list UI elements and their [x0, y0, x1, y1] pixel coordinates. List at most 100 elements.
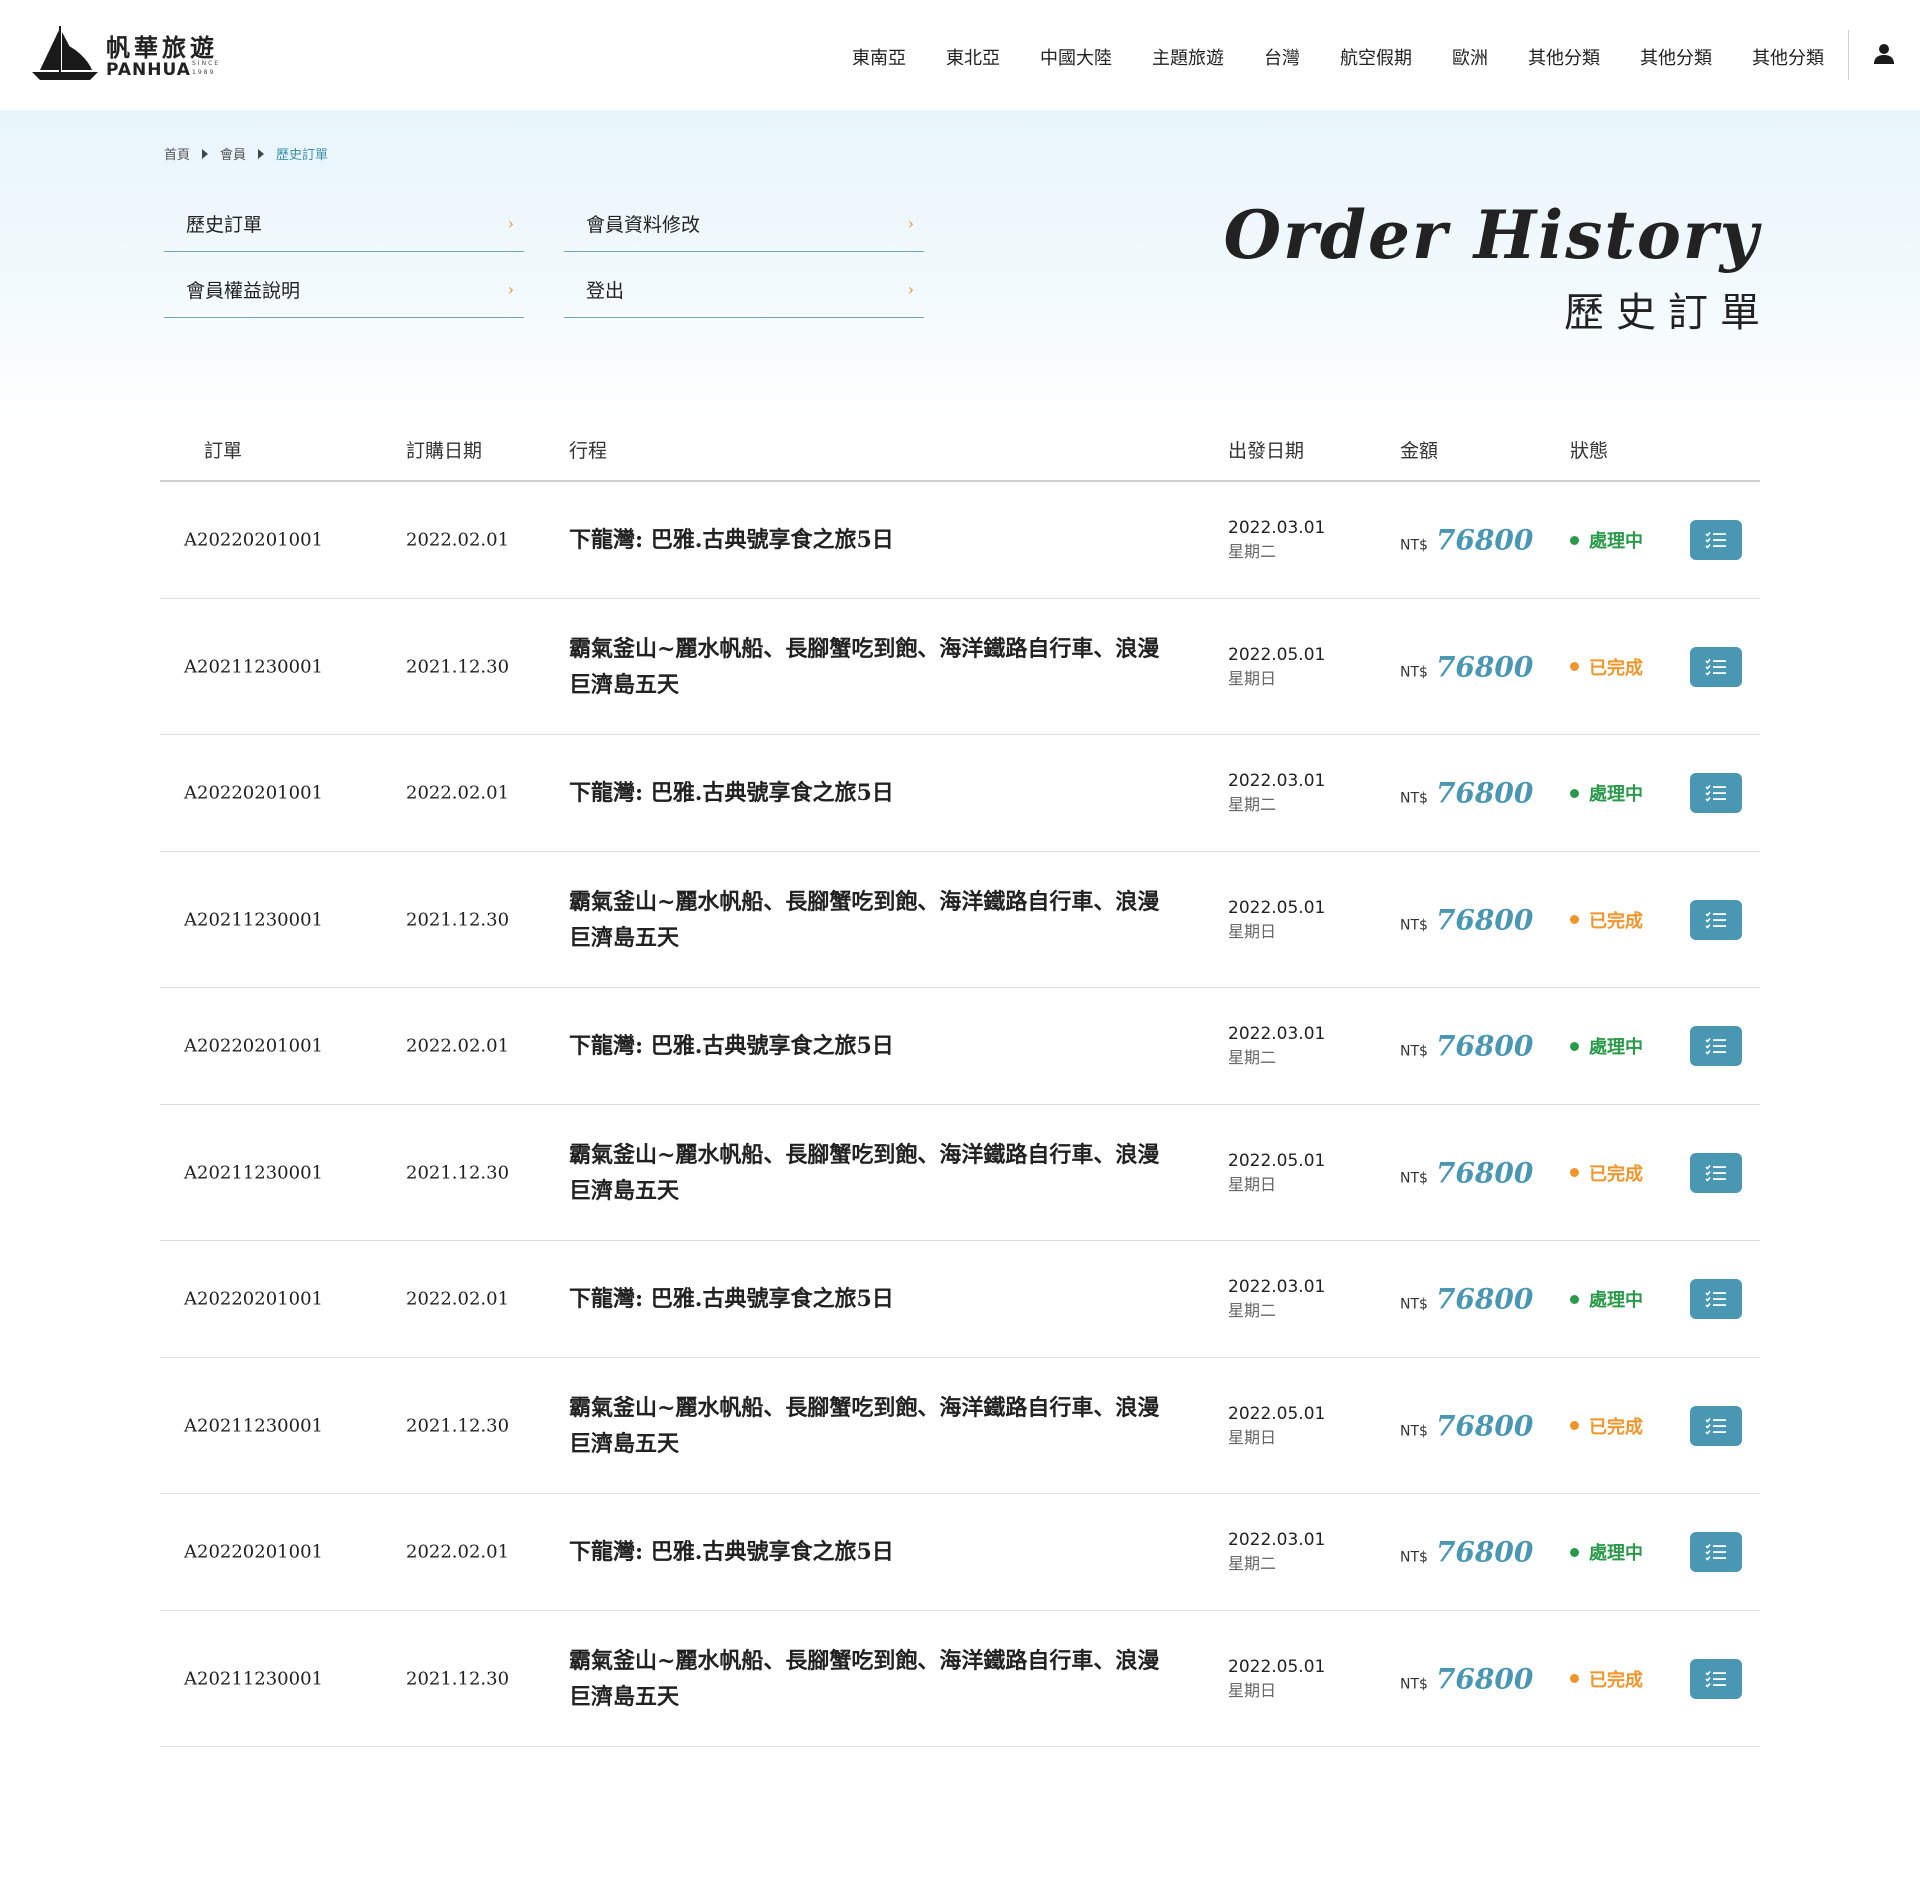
table-row: A20220201001 2022.02.01 下龍灣: 巴雅.古典號享食之旅5日 2…: [160, 1494, 1760, 1611]
menu-order-history[interactable]: 歷史訂單 ›: [164, 196, 524, 252]
status-dot: [1570, 1041, 1579, 1051]
departure-date: 2022.03.01 星期二: [1228, 516, 1325, 564]
trip-name[interactable]: 霸氣釜山~麗水帆船、長腳蟹吃到飽、海洋鐵路自行車、浪漫巨濟島五天: [569, 884, 1169, 956]
departure-date: 2022.05.01 星期日: [1228, 1149, 1325, 1197]
amount-value: 76800: [1435, 1662, 1534, 1695]
breadcrumb: 首頁 會員 歷史訂單: [164, 144, 328, 163]
nav-item-other-1[interactable]: 其他分類: [1528, 44, 1600, 70]
breadcrumb-member[interactable]: 會員: [220, 144, 246, 163]
list-check-icon: [1705, 911, 1726, 929]
chevron-right-icon: ›: [907, 280, 914, 299]
status-text: 處理中: [1589, 1543, 1643, 1564]
list-check-icon: [1705, 1290, 1726, 1308]
trip-name[interactable]: 霸氣釜山~麗水帆船、長腳蟹吃到飽、海洋鐵路自行車、浪漫巨濟島五天: [569, 1643, 1169, 1715]
nav-item-northeast-asia[interactable]: 東北亞: [946, 44, 1000, 70]
order-number: A20211230001: [184, 1162, 323, 1183]
status-text: 已完成: [1589, 657, 1643, 679]
nav-divider: [1848, 30, 1849, 80]
logo[interactable]: 帆華旅遊 PANHUA SINCE 1989: [32, 26, 232, 86]
nav-item-air-holidays[interactable]: 航空假期: [1340, 44, 1412, 70]
nav-item-taiwan[interactable]: 台灣: [1264, 44, 1300, 70]
order-detail-button[interactable]: [1690, 1405, 1742, 1446]
nav-item-mainland-china[interactable]: 中國大陸: [1040, 44, 1112, 70]
table-row: A20220201001 2022.02.01 下龍灣: 巴雅.古典號享食之旅5日 2…: [160, 1241, 1760, 1358]
main-nav: 東南亞 東北亞 中國大陸 主題旅遊 台灣 航空假期 歐洲 其他分類 其他分類 其…: [812, 44, 1824, 70]
table-row: A20211230001 2021.12.30 霸氣釜山~麗水帆船、長腳蟹吃到飽、海…: [160, 1611, 1760, 1747]
list-check-icon: [1705, 1543, 1726, 1561]
amount: NT$ 76800: [1400, 903, 1533, 936]
menu-label: 登出: [586, 280, 625, 302]
caret-right-icon: [258, 148, 265, 159]
order-detail-button[interactable]: [1690, 899, 1742, 940]
trip-name[interactable]: 下龍灣: 巴雅.古典號享食之旅5日: [569, 1028, 1169, 1064]
header-order-date: 訂購日期: [406, 440, 483, 462]
nav-item-other-2[interactable]: 其他分類: [1640, 44, 1712, 70]
order-number: A20220201001: [184, 1035, 323, 1057]
status-text: 處理中: [1589, 784, 1643, 805]
departure-weekday: 星期二: [1228, 1048, 1277, 1067]
trip-name[interactable]: 下龍灣: 巴雅.古典號享食之旅5日: [569, 522, 1169, 558]
table-row: A20211230001 2021.12.30 霸氣釜山~麗水帆船、長腳蟹吃到飽、海…: [160, 599, 1760, 735]
trip-name[interactable]: 下龍灣: 巴雅.古典號享食之旅5日: [569, 775, 1169, 811]
departure-day: 2022.03.01: [1228, 1024, 1326, 1044]
nav-item-southeast-asia[interactable]: 東南亞: [852, 44, 906, 70]
nav-item-theme-travel[interactable]: 主題旅遊: [1152, 44, 1224, 70]
header-departure: 出發日期: [1228, 440, 1305, 462]
departure-date: 2022.03.01 星期二: [1228, 769, 1325, 817]
trip-name[interactable]: 霸氣釜山~麗水帆船、長腳蟹吃到飽、海洋鐵路自行車、浪漫巨濟島五天: [569, 631, 1169, 703]
order-table: 訂單 訂購日期 行程 出發日期 金額 狀態 A20220201001 2022.0…: [160, 420, 1760, 1747]
chevron-right-icon: ›: [507, 280, 514, 299]
status-dot: [1570, 1421, 1579, 1430]
amount-value: 76800: [1435, 903, 1534, 936]
departure-date: 2022.03.01 星期二: [1228, 1022, 1325, 1070]
amount-value: 76800: [1435, 1156, 1534, 1189]
trip-name[interactable]: 下龍灣: 巴雅.古典號享食之旅5日: [569, 1534, 1169, 1570]
list-check-icon: [1705, 1164, 1726, 1182]
order-detail-button[interactable]: [1690, 646, 1742, 687]
list-check-icon: [1705, 1417, 1726, 1435]
status-text: 處理中: [1589, 1037, 1643, 1058]
amount: NT$ 76800: [1400, 1156, 1533, 1189]
menu-logout[interactable]: 登出 ›: [564, 262, 924, 318]
departure-day: 2022.03.01: [1228, 1530, 1326, 1550]
list-check-icon: [1705, 531, 1726, 549]
trip-name[interactable]: 下龍灣: 巴雅.古典號享食之旅5日: [569, 1281, 1169, 1317]
table-row: A20211230001 2021.12.30 霸氣釜山~麗水帆船、長腳蟹吃到飽、海…: [160, 852, 1760, 988]
status-badge: 已完成: [1570, 907, 1643, 933]
breadcrumb-current: 歷史訂單: [276, 148, 329, 163]
trip-name[interactable]: 霸氣釜山~麗水帆船、長腳蟹吃到飽、海洋鐵路自行車、浪漫巨濟島五天: [569, 1390, 1169, 1462]
order-detail-button[interactable]: [1690, 520, 1742, 560]
order-detail-button[interactable]: [1690, 1658, 1742, 1699]
order-date: 2021.12.30: [406, 656, 510, 677]
breadcrumb-home[interactable]: 首頁: [164, 144, 190, 163]
order-detail-button[interactable]: [1690, 1152, 1742, 1193]
order-date: 2021.12.30: [406, 1415, 510, 1436]
amount: NT$ 76800: [1400, 777, 1533, 810]
status-badge: 處理中: [1570, 527, 1643, 553]
currency: NT$: [1400, 664, 1428, 680]
order-detail-button[interactable]: [1690, 1532, 1742, 1572]
amount: NT$ 76800: [1400, 1409, 1533, 1442]
status-dot: [1570, 1294, 1579, 1304]
amount-value: 76800: [1435, 1535, 1534, 1569]
order-detail-button[interactable]: [1690, 773, 1742, 813]
status-text: 已完成: [1589, 1163, 1643, 1185]
menu-label: 會員資料修改: [586, 214, 701, 236]
departure-weekday: 星期二: [1228, 542, 1277, 561]
departure-weekday: 星期日: [1228, 921, 1277, 941]
menu-edit-profile[interactable]: 會員資料修改 ›: [564, 196, 924, 252]
nav-item-europe[interactable]: 歐洲: [1452, 44, 1488, 70]
order-detail-button[interactable]: [1690, 1026, 1742, 1066]
table-row: A20220201001 2022.02.01 下龍灣: 巴雅.古典號享食之旅5日 2…: [160, 988, 1760, 1105]
menu-label: 歷史訂單: [186, 214, 263, 236]
order-detail-button[interactable]: [1690, 1279, 1742, 1319]
trip-name[interactable]: 霸氣釜山~麗水帆船、長腳蟹吃到飽、海洋鐵路自行車、浪漫巨濟島五天: [569, 1137, 1169, 1209]
menu-member-benefits[interactable]: 會員權益說明 ›: [164, 262, 524, 318]
order-number: A20220201001: [184, 529, 323, 551]
user-icon[interactable]: [1872, 42, 1896, 66]
departure-day: 2022.03.01: [1228, 771, 1326, 791]
nav-item-other-3[interactable]: 其他分類: [1752, 44, 1824, 70]
header-trip: 行程: [569, 440, 608, 462]
chevron-right-icon: ›: [507, 214, 514, 233]
departure-weekday: 星期二: [1228, 795, 1277, 814]
